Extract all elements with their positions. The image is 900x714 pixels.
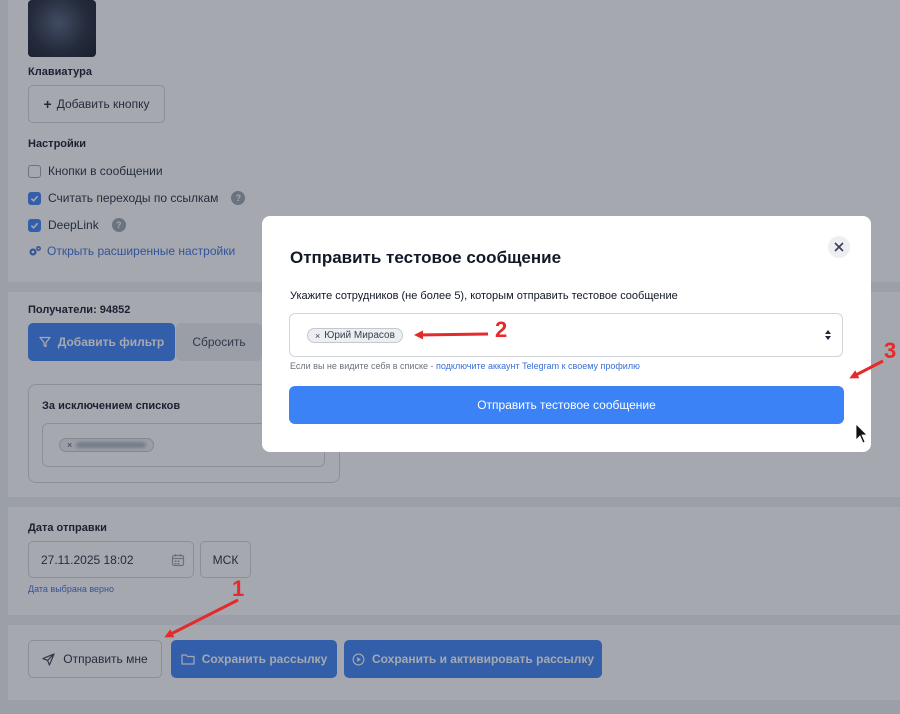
annotation-arrows (164, 330, 884, 638)
annotation-number-1: 1 (232, 576, 245, 601)
annotation-arrow-1 (164, 598, 239, 638)
annotation-number-3: 3 (884, 338, 897, 363)
annotation-arrow-3 (849, 359, 884, 379)
mouse-cursor-icon (855, 423, 868, 444)
annotation-arrow-2 (414, 330, 489, 340)
annotation-number-2: 2 (495, 317, 508, 342)
